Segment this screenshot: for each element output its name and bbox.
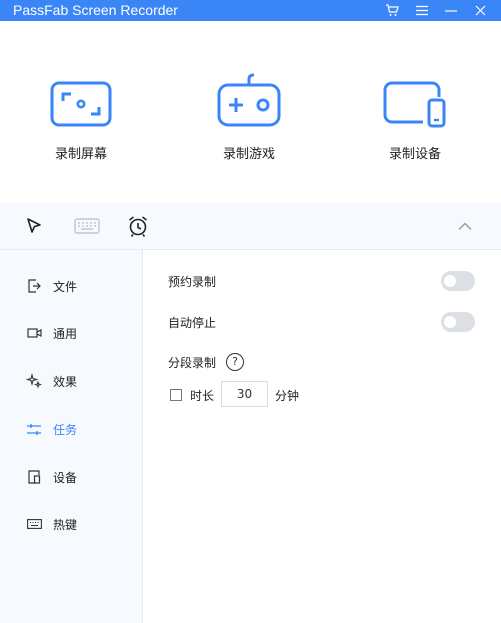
duration-input[interactable]: 30 xyxy=(221,381,268,407)
close-icon[interactable] xyxy=(468,0,492,20)
device-icon xyxy=(26,469,42,485)
toggle-knob xyxy=(444,316,456,328)
gamepad-icon xyxy=(217,73,281,127)
help-icon[interactable]: ? xyxy=(226,353,244,371)
sidebar-item-hotkeys[interactable]: 热键 xyxy=(26,514,77,534)
capture-modes: 录制屏幕 录制游戏 录制设备 xyxy=(0,21,501,203)
cursor-icon[interactable] xyxy=(21,213,47,239)
camera-icon xyxy=(26,325,42,341)
minimize-icon[interactable] xyxy=(439,0,463,20)
sidebar-item-label: 文件 xyxy=(53,279,78,294)
record-game-label: 录制游戏 xyxy=(222,147,275,162)
record-device-label: 录制设备 xyxy=(388,147,441,162)
sidebar-item-label: 通用 xyxy=(53,326,78,341)
segment-recording-label: 分段录制 xyxy=(168,356,217,370)
scheduled-recording-toggle[interactable] xyxy=(441,271,475,291)
alarm-clock-icon[interactable] xyxy=(125,213,151,239)
sparkle-icon xyxy=(26,373,42,389)
auto-stop-label: 自动停止 xyxy=(168,316,217,330)
record-screen-label: 录制屏幕 xyxy=(54,147,107,162)
keyboard-icon xyxy=(26,516,42,532)
sidebar-item-tasks[interactable]: 任务 xyxy=(26,419,77,439)
sidebar-item-label: 热键 xyxy=(53,517,78,532)
settings-sidebar: 文件 通用 效果 任务 设备 热键 xyxy=(0,250,143,623)
duration-unit-label: 分钟 xyxy=(275,389,300,403)
app-title: PassFab Screen Recorder xyxy=(13,2,178,18)
title-bar: PassFab Screen Recorder xyxy=(0,0,501,21)
cart-icon[interactable] xyxy=(380,0,404,20)
sidebar-item-label: 设备 xyxy=(53,470,78,485)
sidebar-item-label: 效果 xyxy=(53,374,78,389)
file-export-icon xyxy=(26,278,42,294)
task-settings-panel: 预约录制 自动停止 分段录制 ? 时长 30 分钟 xyxy=(143,250,501,623)
toolbar xyxy=(0,203,501,250)
duration-checkbox[interactable] xyxy=(170,389,182,401)
scheduled-recording-label: 预约录制 xyxy=(168,275,217,289)
record-game-button[interactable]: 录制游戏 xyxy=(189,21,309,203)
auto-stop-toggle[interactable] xyxy=(441,312,475,332)
duration-label: 时长 xyxy=(190,389,215,403)
sidebar-item-label: 任务 xyxy=(53,422,78,437)
sidebar-item-general[interactable]: 通用 xyxy=(26,323,77,343)
sidebar-item-file[interactable]: 文件 xyxy=(26,276,77,296)
keyboard-icon[interactable] xyxy=(72,213,102,239)
menu-icon[interactable] xyxy=(410,0,434,20)
sidebar-item-effects[interactable]: 效果 xyxy=(26,371,77,391)
sidebar-item-device[interactable]: 设备 xyxy=(26,467,77,487)
device-icon xyxy=(383,81,446,128)
record-device-button[interactable]: 录制设备 xyxy=(355,21,475,203)
chevron-up-icon[interactable] xyxy=(452,213,478,239)
screen-record-icon xyxy=(50,81,112,127)
toggle-knob xyxy=(444,275,456,287)
sliders-icon xyxy=(26,421,42,437)
record-screen-button[interactable]: 录制屏幕 xyxy=(21,21,141,203)
